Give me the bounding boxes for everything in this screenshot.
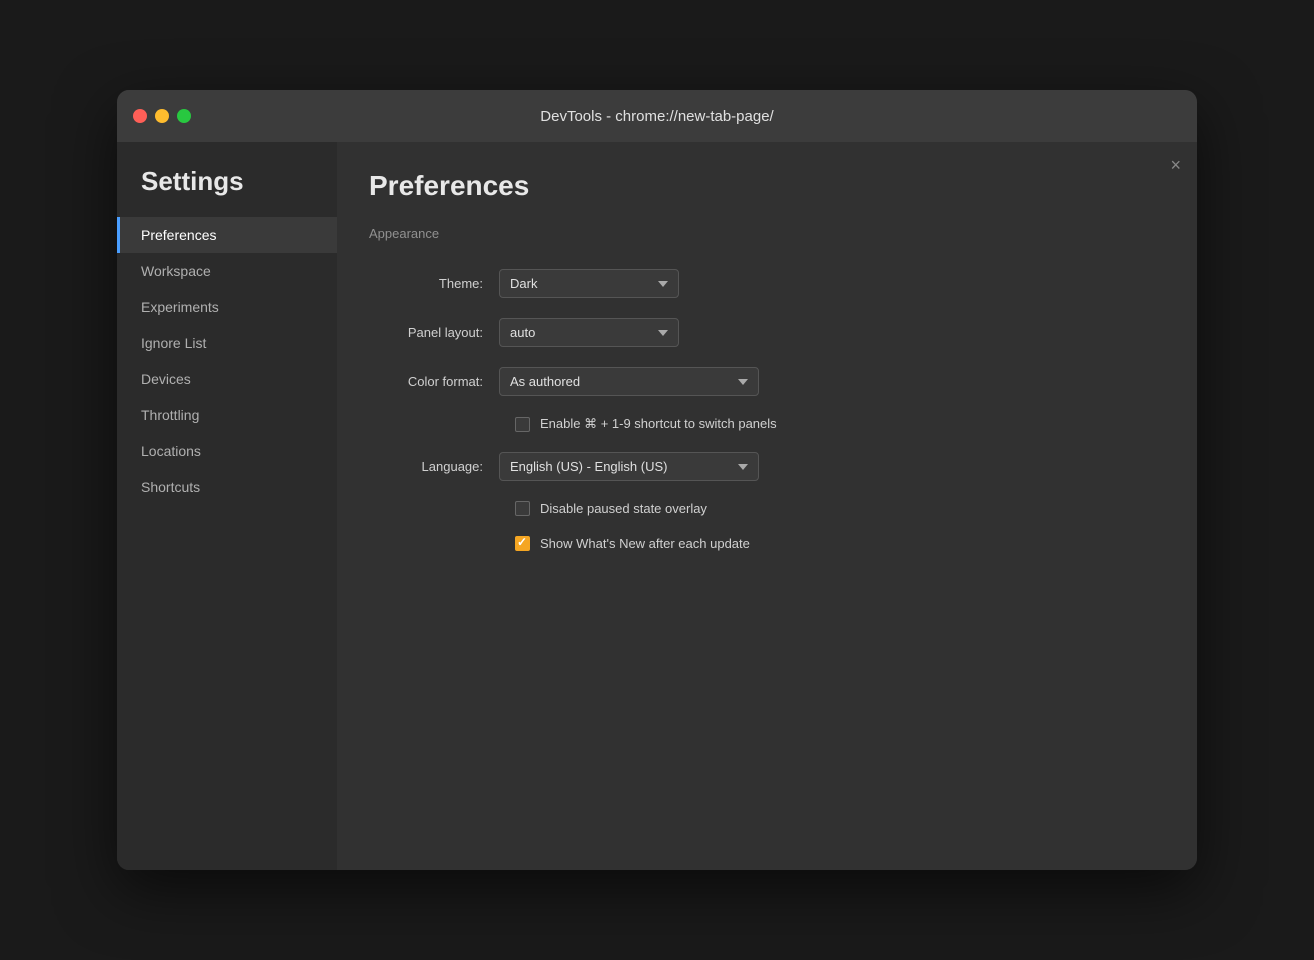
language-select[interactable]: English (US) - English (US) Deutsch - Ge… [499, 452, 759, 481]
sidebar-item-preferences[interactable]: Preferences [117, 217, 337, 253]
shortcut-checkbox-label[interactable]: Enable ⌘ + 1-9 shortcut to switch panels [540, 416, 777, 432]
panel-layout-setting-row: Panel layout: auto horizontal vertical [369, 318, 1165, 347]
sidebar-item-locations[interactable]: Locations [117, 433, 337, 469]
sidebar-item-throttling[interactable]: Throttling [117, 397, 337, 433]
devtools-window: DevTools - chrome://new-tab-page/ Settin… [117, 90, 1197, 870]
whats-new-checkbox[interactable] [515, 536, 530, 551]
titlebar: DevTools - chrome://new-tab-page/ [117, 90, 1197, 142]
close-settings-button[interactable]: × [1170, 156, 1181, 174]
theme-label: Theme: [369, 276, 499, 291]
disable-paused-label[interactable]: Disable paused state overlay [540, 501, 707, 516]
shortcut-checkbox-row: Enable ⌘ + 1-9 shortcut to switch panels [369, 416, 1165, 432]
language-setting-row: Language: English (US) - English (US) De… [369, 452, 1165, 481]
sidebar-heading: Settings [117, 166, 337, 217]
maximize-button-traffic[interactable] [177, 109, 191, 123]
disable-paused-checkbox-row: Disable paused state overlay [369, 501, 1165, 516]
panel-layout-select[interactable]: auto horizontal vertical [499, 318, 679, 347]
settings-scroll-area: Preferences Appearance Theme: System pre… [337, 142, 1197, 870]
minimize-button-traffic[interactable] [155, 109, 169, 123]
shortcut-checkbox[interactable] [515, 417, 530, 432]
main-panel: × Preferences Appearance Theme: System p… [337, 142, 1197, 870]
close-button-traffic[interactable] [133, 109, 147, 123]
color-format-select[interactable]: As authored HEX RGB HSL [499, 367, 759, 396]
theme-setting-row: Theme: System preference Dark Light [369, 269, 1165, 298]
sidebar: Settings Preferences Workspace Experimen… [117, 142, 337, 870]
whats-new-label[interactable]: Show What's New after each update [540, 536, 750, 551]
language-label: Language: [369, 459, 499, 474]
color-format-setting-row: Color format: As authored HEX RGB HSL [369, 367, 1165, 396]
appearance-section-heading: Appearance [369, 226, 1165, 249]
sidebar-item-shortcuts[interactable]: Shortcuts [117, 469, 337, 505]
disable-paused-checkbox[interactable] [515, 501, 530, 516]
sidebar-item-workspace[interactable]: Workspace [117, 253, 337, 289]
sidebar-item-devices[interactable]: Devices [117, 361, 337, 397]
sidebar-item-experiments[interactable]: Experiments [117, 289, 337, 325]
panel-layout-label: Panel layout: [369, 325, 499, 340]
content-area: Settings Preferences Workspace Experimen… [117, 142, 1197, 870]
theme-select[interactable]: System preference Dark Light [499, 269, 679, 298]
sidebar-item-ignore-list[interactable]: Ignore List [117, 325, 337, 361]
color-format-label: Color format: [369, 374, 499, 389]
whats-new-checkbox-row: Show What's New after each update [369, 536, 1165, 551]
traffic-lights [133, 109, 191, 123]
window-title: DevTools - chrome://new-tab-page/ [540, 108, 773, 125]
page-title: Preferences [369, 170, 1165, 202]
